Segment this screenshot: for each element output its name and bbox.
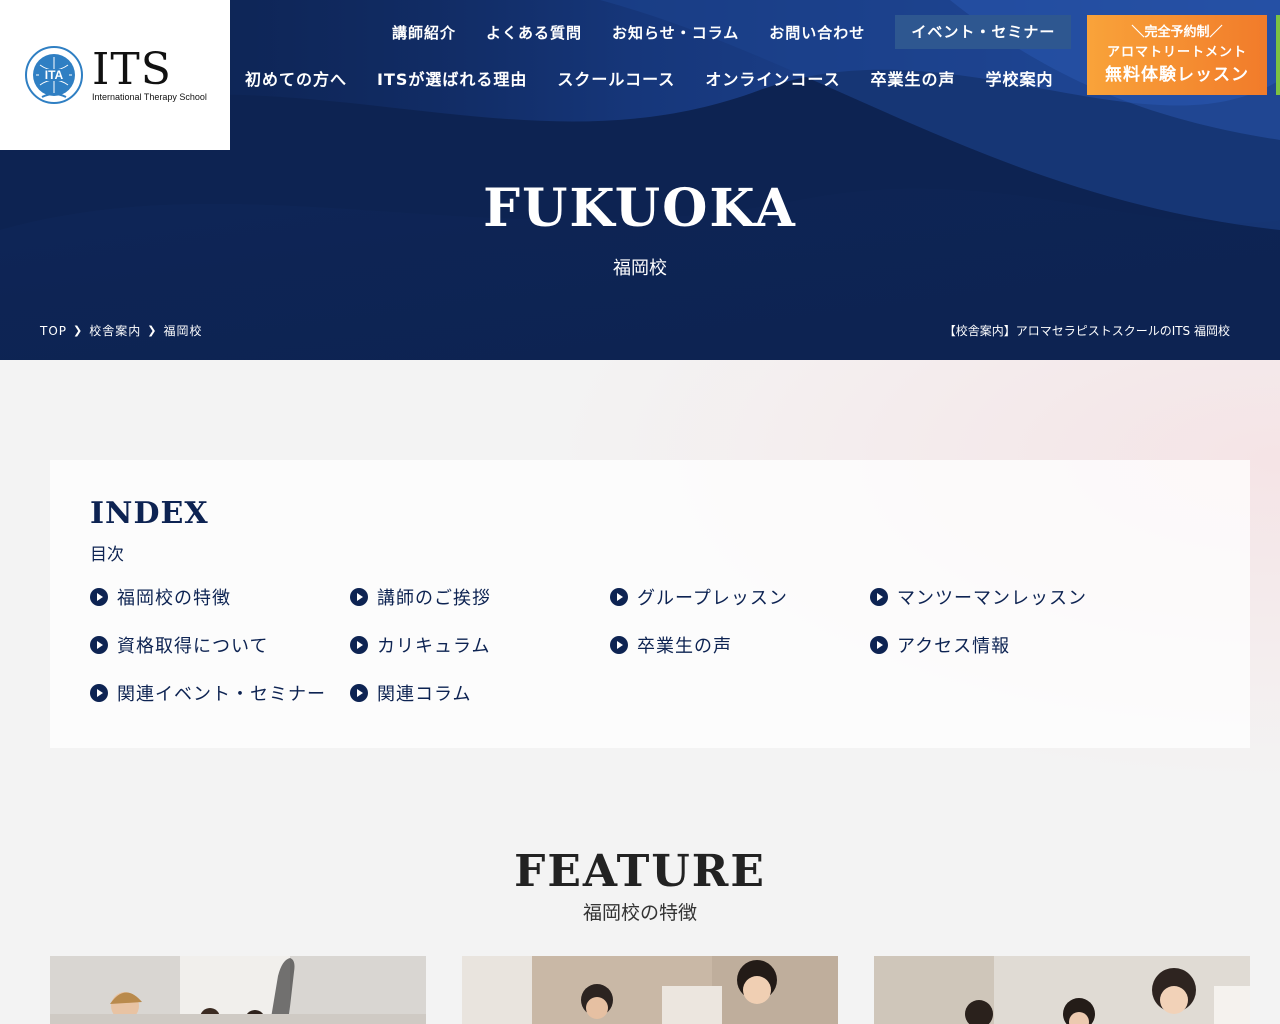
index-link-label: マンツーマンレッスン [897,588,1087,609]
emblem-label: ITA [45,68,64,82]
nav-school-guide[interactable]: 学校案内 [986,66,1054,90]
index-heading: INDEX [90,496,209,531]
nav-contact[interactable]: お問い合わせ [769,22,865,43]
index-link-graduate-voices[interactable]: 卒業生の声 [610,634,870,657]
play-circle-icon [610,636,628,654]
index-link-events[interactable]: 関連イベント・セミナー [90,682,350,705]
index-link-curriculum[interactable]: カリキュラム [350,634,610,657]
play-circle-icon [870,588,888,606]
index-link-label: グループレッスン [637,588,788,609]
free-trial-lesson-button[interactable]: ＼完全予約制／ アロマトリートメント 無料体験レッスン [1087,15,1267,95]
index-link-label: 関連イベント・セミナー [117,684,326,705]
index-panel: INDEX 目次 福岡校の特徴 講師のご挨拶 グループレッスン マンツーマンレッ… [50,460,1250,748]
ita-emblem-icon: ITA [25,46,83,104]
feature-photo [462,956,838,1024]
index-subheading: 目次 [90,545,124,565]
nav-online-course[interactable]: オンラインコース [705,66,840,90]
index-link-columns[interactable]: 関連コラム [350,682,610,705]
nav-first-time[interactable]: 初めての方へ [245,66,347,90]
index-link-greeting[interactable]: 講師のご挨拶 [350,586,610,609]
play-circle-icon [350,636,368,654]
index-link-certification[interactable]: 資格取得について [90,634,350,657]
index-link-label: 講師のご挨拶 [377,588,491,609]
feature-photo [50,956,426,1024]
main-nav: 初めての方へ ITSが選ばれる理由 スクールコース オンラインコース 卒業生の声… [245,66,1084,90]
hero-banner: ITA ITS International Therapy School 講師紹… [0,0,1280,360]
nav-news-column[interactable]: お知らせ・コラム [612,22,739,43]
breadcrumb-campus-guide[interactable]: 校舎案内 [89,322,141,339]
feature-subheading: 福岡校の特徴 [582,902,697,924]
side-tab-edge[interactable] [1276,15,1280,95]
play-circle-icon [90,636,108,654]
index-link-access[interactable]: アクセス情報 [870,634,1130,657]
nav-instructors[interactable]: 講師紹介 [392,22,456,43]
site-logo[interactable]: ITA ITS International Therapy School [0,0,230,150]
cta-line-free-lesson: 無料体験レッスン [1105,65,1249,85]
index-link-group-lesson[interactable]: グループレッスン [610,586,870,609]
logo-subtitle: International Therapy School [92,92,207,102]
breadcrumb-current: 福岡校 [163,324,203,338]
nav-why-its[interactable]: ITSが選ばれる理由 [377,66,527,90]
breadcrumb-top[interactable]: TOP [40,324,67,338]
play-circle-icon [90,588,108,606]
index-link-private-lesson[interactable]: マンツーマンレッスン [870,586,1130,609]
logo-wordmark: ITS [92,44,172,95]
page-subtitle: 福岡校 [613,258,667,279]
feature-photo [874,956,1250,1024]
nav-faq[interactable]: よくある質問 [486,22,582,43]
play-circle-icon [90,684,108,702]
hero-caption: 【校舎案内】アロマセラピストスクールのITS 福岡校 [943,324,1230,338]
play-circle-icon [350,588,368,606]
play-circle-icon [350,684,368,702]
index-link-label: カリキュラム [377,636,491,657]
nav-graduate-voices[interactable]: 卒業生の声 [871,66,956,90]
utility-nav: 講師紹介 よくある質問 お知らせ・コラム お問い合わせ イベント・セミナー [392,15,1072,49]
play-circle-icon [870,636,888,654]
play-circle-icon [610,588,628,606]
index-links: 福岡校の特徴 講師のご挨拶 グループレッスン マンツーマンレッスン 資格取得につ… [90,586,1130,705]
index-link-label: アクセス情報 [897,636,1011,657]
index-link-label: 卒業生の声 [637,636,732,657]
index-link-features[interactable]: 福岡校の特徴 [90,586,350,609]
page-title: FUKUOKA [483,178,797,239]
index-link-label: 関連コラム [377,684,472,705]
breadcrumb: TOP ❯ 校舎案内 ❯ 福岡校 [40,322,202,339]
nav-school-course[interactable]: スクールコース [557,66,675,90]
chevron-right-icon: ❯ [147,324,158,337]
cta-line-reservation: ＼完全予約制／ [1131,25,1223,40]
chevron-right-icon: ❯ [73,324,84,337]
event-seminar-button[interactable]: イベント・セミナー [895,15,1072,49]
index-link-label: 福岡校の特徴 [117,588,231,609]
feature-heading: FEATURE [514,846,766,897]
index-link-label: 資格取得について [117,636,269,657]
cta-line-treatment: アロマトリートメント [1106,45,1247,60]
